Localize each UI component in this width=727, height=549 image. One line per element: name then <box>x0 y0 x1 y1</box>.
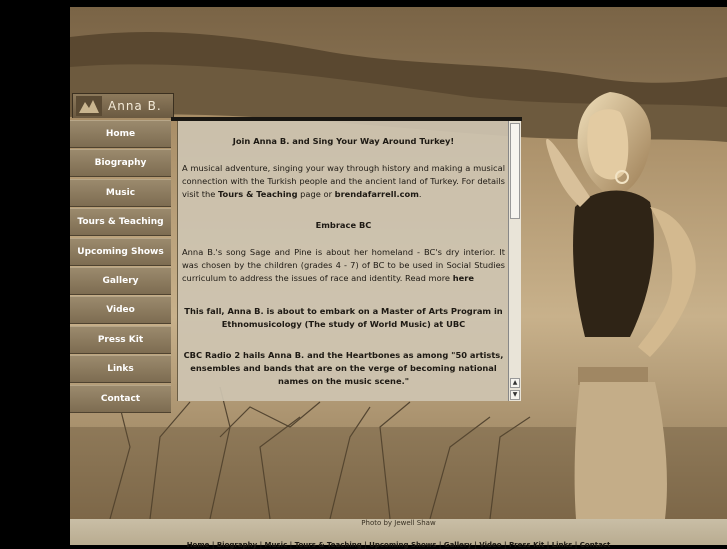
photo-credit: Photo by Jewell Shaw <box>361 519 436 527</box>
paragraph-cbc-radio: CBC Radio 2 hails Anna B. and the Heartb… <box>183 350 504 386</box>
link-read-more-here[interactable]: here <box>453 273 474 283</box>
link-tours-teaching[interactable]: Tours & Teaching <box>218 189 298 199</box>
paragraph-embrace-bc: Anna B.'s song Sage and Pine is about he… <box>182 246 505 285</box>
paragraph-turkey-end: . <box>418 189 422 199</box>
content-panel[interactable]: Join Anna B. and Sing Your Way Around Tu… <box>177 121 509 401</box>
nav-item-tours-teaching[interactable]: Tours & Teaching <box>70 208 171 237</box>
scroll-up-arrow-icon[interactable]: ▲ <box>510 378 520 388</box>
nav-item-links[interactable]: Links <box>70 355 171 384</box>
main-nav: Home Biography Music Tours & Teaching Up… <box>70 120 171 414</box>
footer-bar: Photo by Jewell Shaw Home | Biography | … <box>70 519 727 549</box>
top-border <box>70 0 727 7</box>
nav-item-press-kit[interactable]: Press Kit <box>70 325 171 354</box>
site-logo-tab[interactable]: Anna B. <box>72 93 174 118</box>
headline-embrace-bc: Embrace BC <box>315 220 372 230</box>
nav-item-upcoming-shows[interactable]: Upcoming Shows <box>70 237 171 266</box>
nav-item-video[interactable]: Video <box>70 296 171 325</box>
paragraph-turkey: A musical adventure, singing your way th… <box>182 162 505 201</box>
paragraph-masters-program: This fall, Anna B. is about to embark on… <box>184 306 503 329</box>
nav-item-gallery[interactable]: Gallery <box>70 266 171 295</box>
footer-links[interactable]: Home | Biography | Music | Tours & Teach… <box>70 541 727 549</box>
nav-item-biography[interactable]: Biography <box>70 149 171 178</box>
paragraph-turkey-mid: page or <box>297 189 335 199</box>
scrollbar-thumb[interactable] <box>510 123 520 219</box>
site-title: Anna B. <box>108 99 162 113</box>
headline-turkey: Join Anna B. and Sing Your Way Around Tu… <box>232 136 455 146</box>
link-brendafarrell[interactable]: brendafarrell.com <box>335 189 419 199</box>
scroll-down-arrow-icon[interactable]: ▼ <box>510 390 520 400</box>
content-scrollbar[interactable]: ▲ ▼ <box>508 121 521 401</box>
logo-thumbnail-icon <box>76 96 102 116</box>
left-margin <box>0 0 70 545</box>
nav-item-home[interactable]: Home <box>70 120 171 148</box>
nav-item-music[interactable]: Music <box>70 178 171 207</box>
nav-item-contact[interactable]: Contact <box>70 384 171 413</box>
